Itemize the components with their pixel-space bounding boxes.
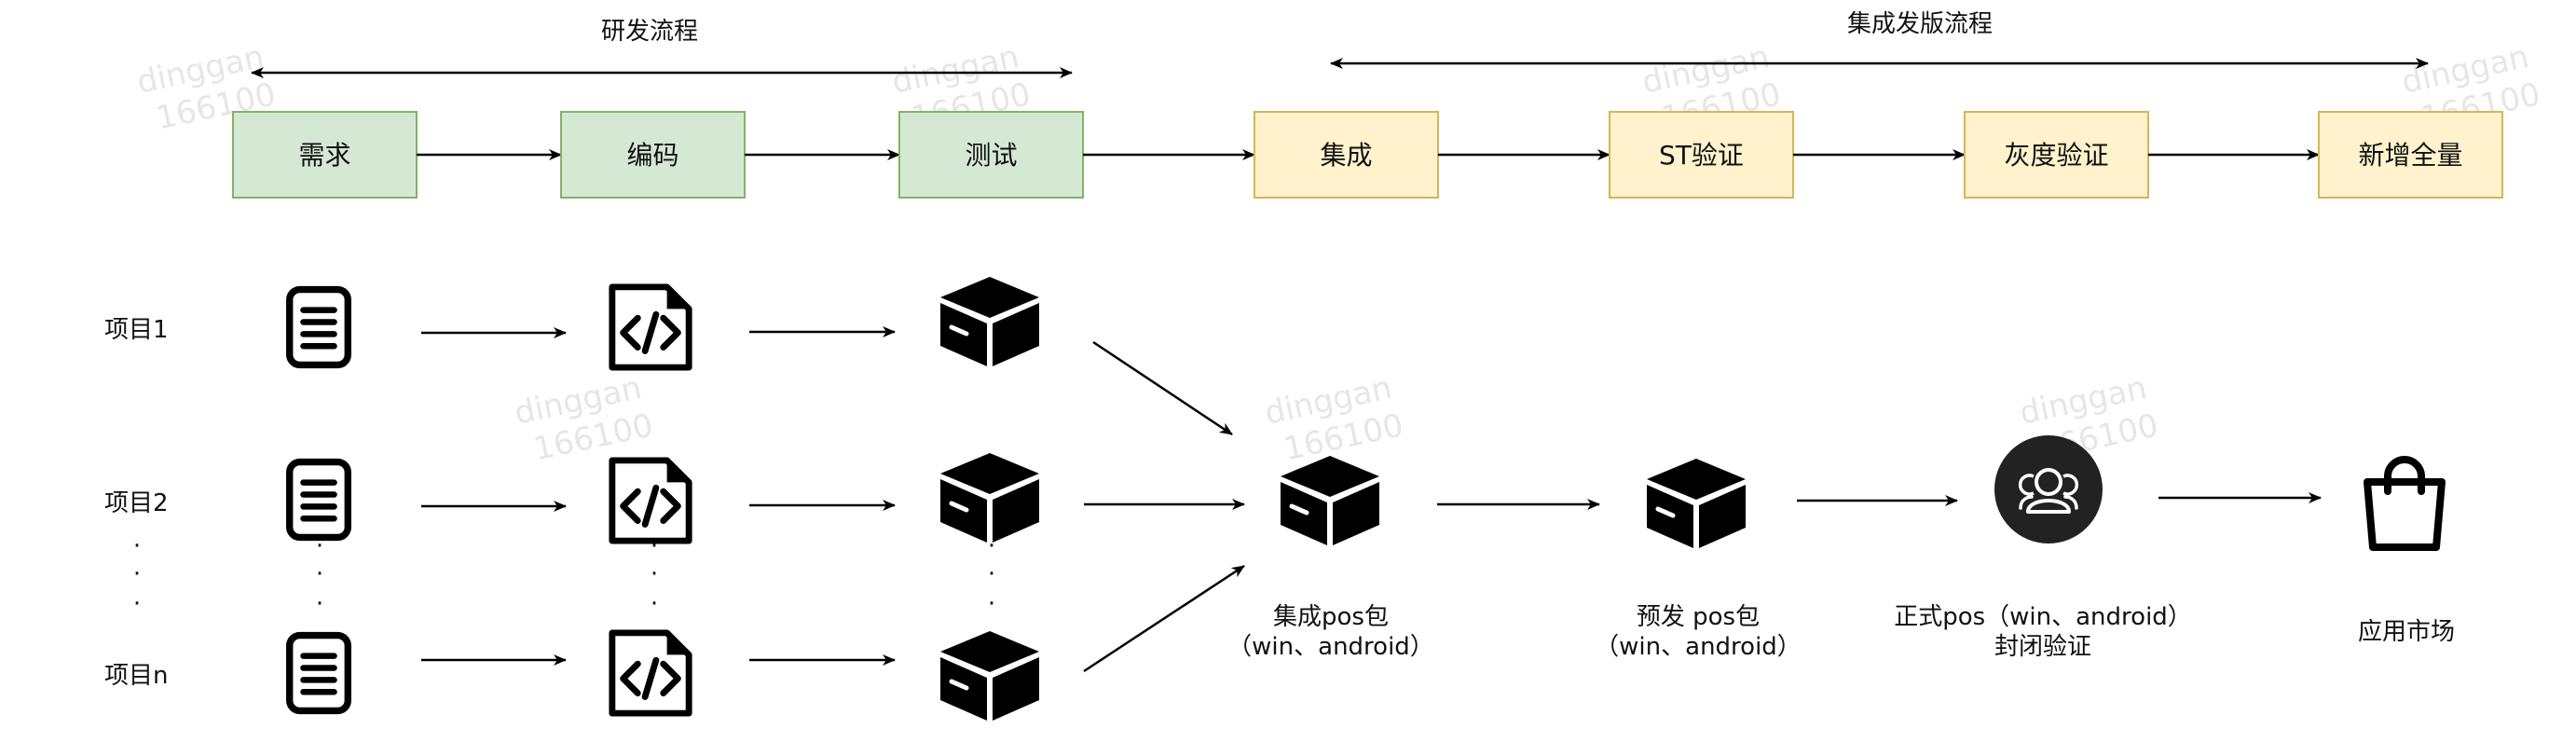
stage-label: 新增全量 bbox=[2358, 140, 2462, 171]
project-label: 项目n bbox=[104, 662, 168, 690]
output-caption-line2: （win、android） bbox=[1595, 633, 1802, 661]
ellipsis-dot: · bbox=[316, 590, 323, 618]
package-box-icon bbox=[940, 631, 1039, 721]
project-label: 项目2 bbox=[104, 489, 169, 517]
users-group-icon bbox=[1993, 433, 2104, 545]
ellipsis-dot: · bbox=[133, 532, 141, 560]
ellipsis-dot: · bbox=[133, 560, 141, 588]
document-icon bbox=[290, 462, 349, 538]
output-icons bbox=[1281, 433, 2442, 548]
ellipsis-group: ············ bbox=[133, 532, 995, 618]
project-rows bbox=[290, 277, 1039, 721]
stage-label: 测试 bbox=[965, 140, 1017, 171]
stage-label: 集成 bbox=[1320, 140, 1372, 171]
output-caption-line1: 预发 pos包 bbox=[1637, 603, 1760, 631]
phase-label-release: 集成发版流程 bbox=[1847, 10, 1993, 38]
stage-label: 灰度验证 bbox=[2004, 140, 2108, 171]
project-label: 项目1 bbox=[104, 316, 169, 344]
ellipsis-dot: · bbox=[316, 560, 323, 588]
code-file-icon bbox=[612, 287, 689, 367]
watermark-layer: dinggan166100dinggan166100dinggan166100d… bbox=[134, 38, 2544, 468]
ellipsis-dot: · bbox=[988, 560, 995, 588]
ellipsis-dot: · bbox=[651, 560, 658, 588]
document-icon bbox=[290, 290, 349, 365]
stage-row: 需求 编码 测试 集成 ST验证 灰度验证 新增全量 bbox=[232, 111, 2503, 199]
output-caption-line2: 封闭验证 bbox=[1994, 633, 2091, 661]
output-caption-line2: （win、android） bbox=[1227, 633, 1434, 661]
document-icon bbox=[290, 636, 349, 711]
flow-diagram: dinggan166100dinggan166100dinggan166100d… bbox=[104, 10, 2544, 729]
ellipsis-dot: · bbox=[651, 590, 658, 618]
output-caption-line1: 应用市场 bbox=[2358, 618, 2455, 646]
ellipsis-dot: · bbox=[988, 590, 995, 618]
output-caption-line1: 正式pos（win、android） bbox=[1894, 603, 2192, 631]
stage-label: ST验证 bbox=[1659, 140, 1744, 171]
code-file-icon bbox=[612, 633, 689, 713]
ellipsis-dot: · bbox=[651, 532, 658, 560]
package-box-icon bbox=[940, 277, 1039, 366]
phase-label-dev: 研发流程 bbox=[601, 18, 698, 46]
shopping-bag-icon bbox=[2367, 460, 2442, 547]
stage-label: 编码 bbox=[626, 140, 678, 171]
code-file-icon bbox=[612, 461, 689, 541]
package-box-icon bbox=[1281, 456, 1379, 545]
project-labels: 项目1 项目2 项目n bbox=[104, 316, 169, 690]
package-box-icon bbox=[1647, 459, 1746, 548]
stage-label: 需求 bbox=[298, 140, 350, 171]
package-box-icon bbox=[940, 453, 1039, 543]
ellipsis-dot: · bbox=[133, 590, 141, 618]
output-captions: 集成pos包 （win、android） 预发 pos包 （win、androi… bbox=[1227, 603, 2455, 661]
output-caption-line1: 集成pos包 bbox=[1273, 603, 1389, 631]
